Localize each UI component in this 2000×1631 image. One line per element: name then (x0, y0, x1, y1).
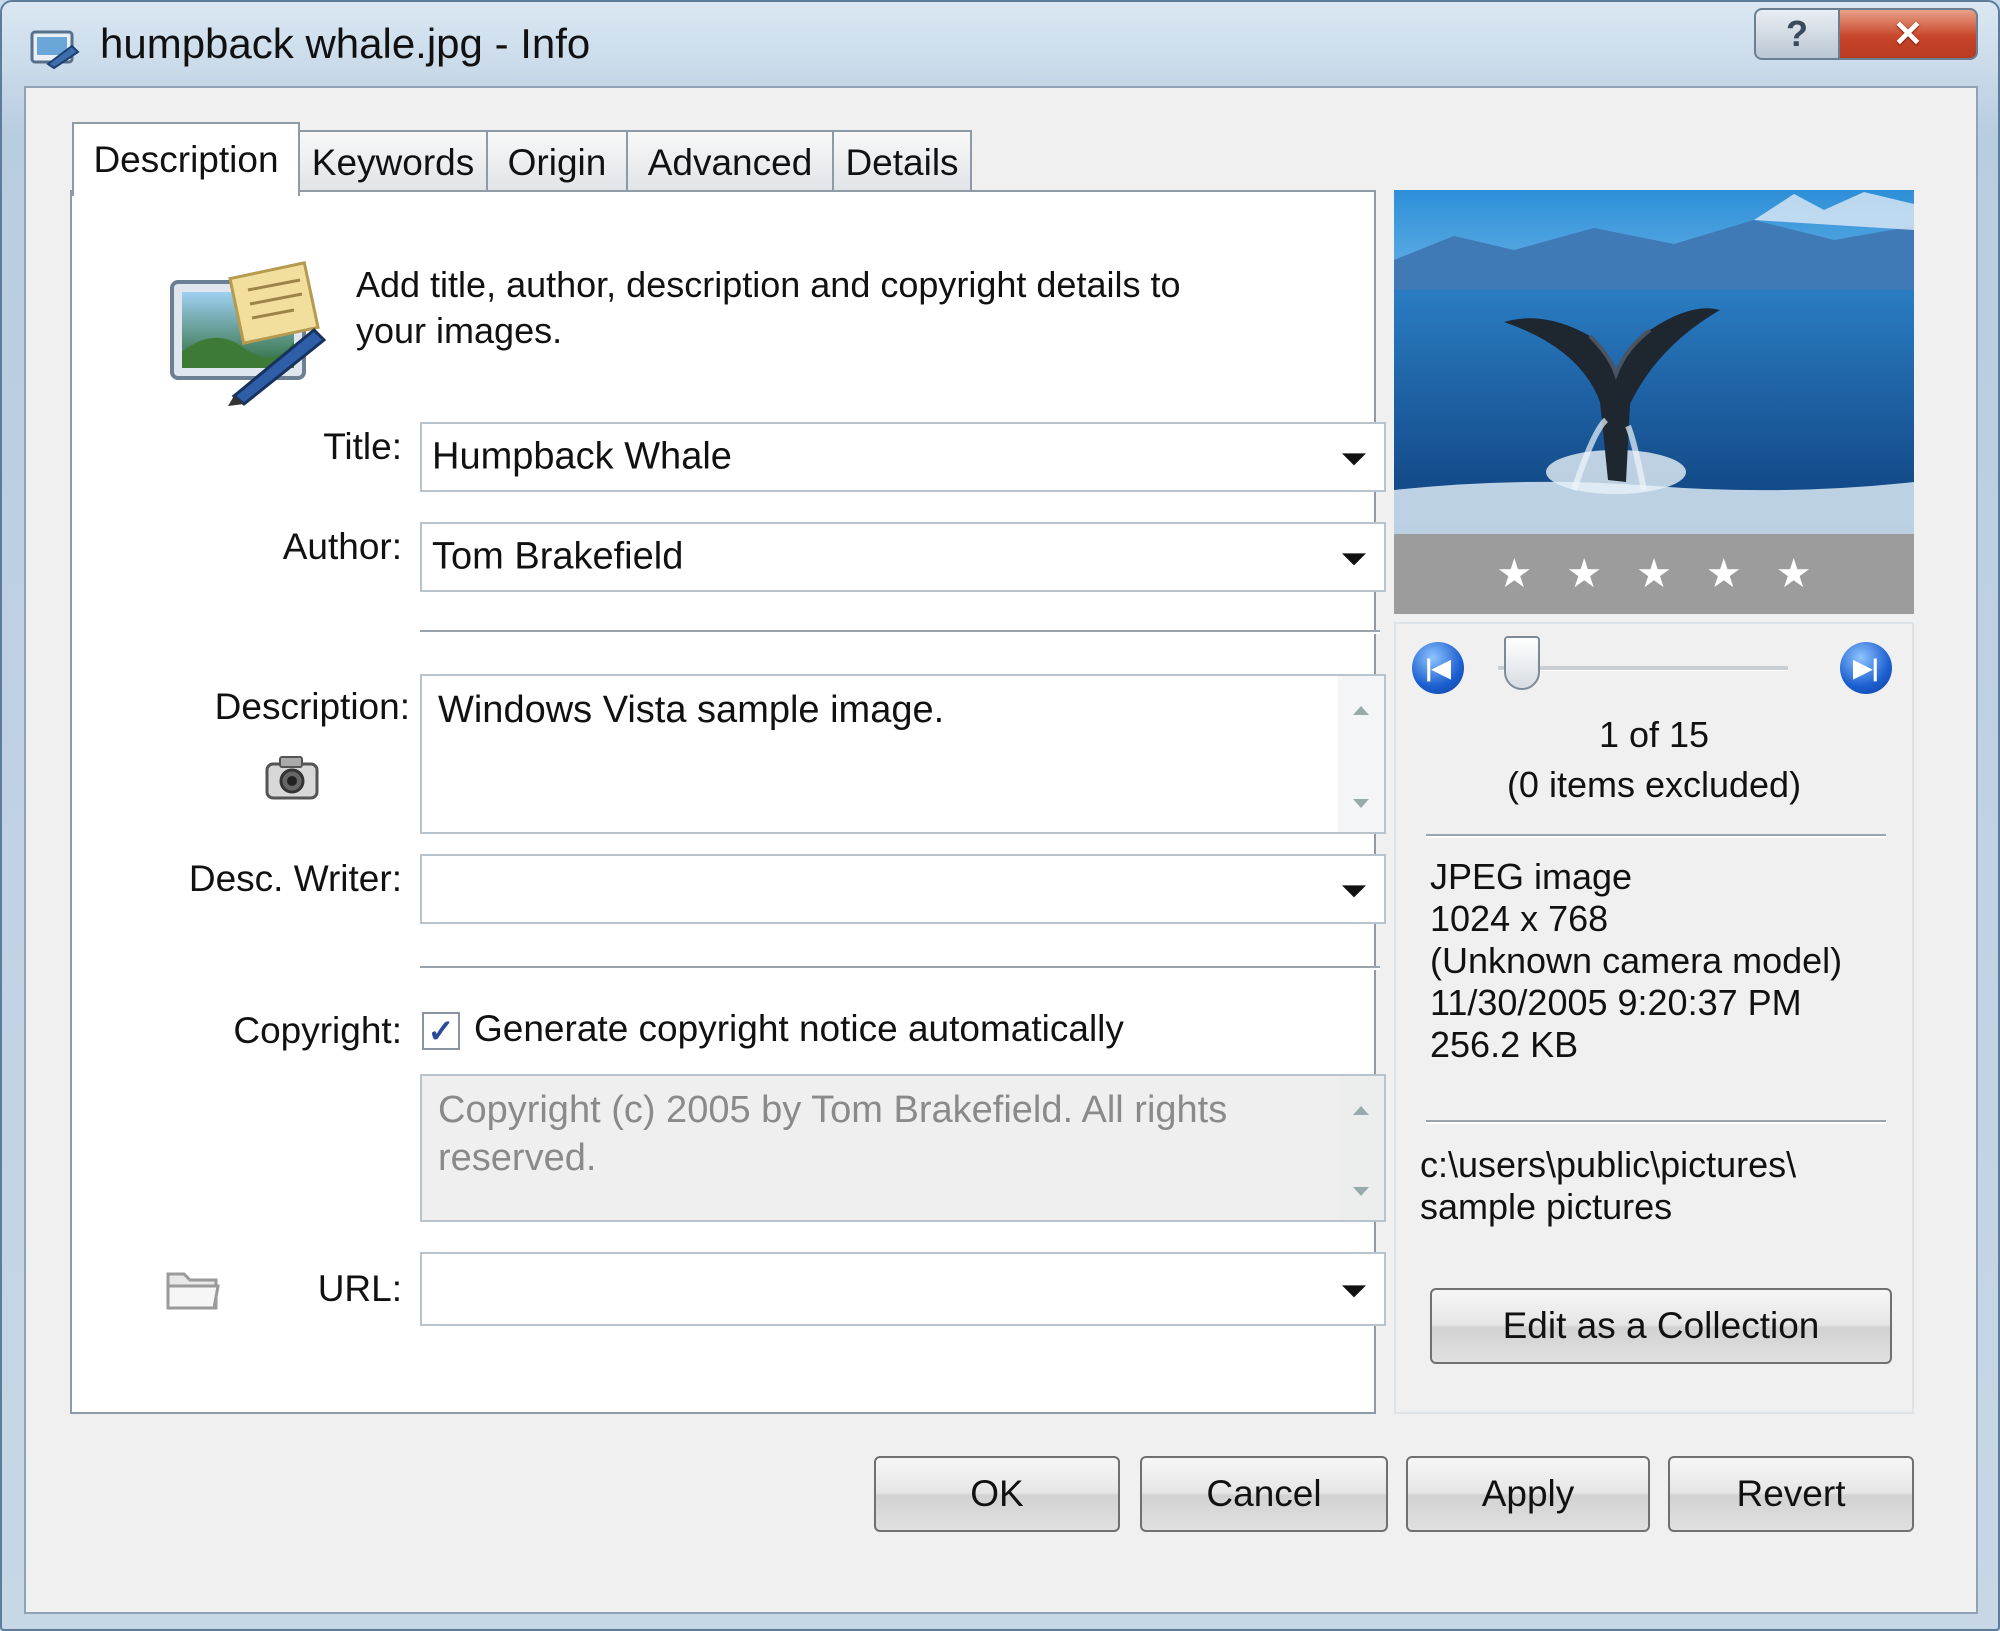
next-icon[interactable]: ▶| (1840, 642, 1892, 694)
tab-description[interactable]: Description (72, 122, 300, 196)
copyright-text: Copyright (c) 2005 by Tom Brakefield. Al… (438, 1089, 1228, 1179)
preview-info-box: |◀ ▶| 1 of 15 (0 items excluded) JPEG im… (1394, 622, 1914, 1414)
tab-details[interactable]: Details (832, 130, 972, 194)
window-title: humpback whale.jpg - Info (100, 20, 591, 67)
tab-advanced[interactable]: Advanced (626, 130, 834, 194)
author-combobox[interactable]: Tom Brakefield (420, 522, 1386, 592)
url-label: URL: (317, 1268, 402, 1309)
previous-icon[interactable]: |◀ (1412, 642, 1464, 694)
edit-as-collection-button[interactable]: Edit as a Collection (1430, 1288, 1892, 1364)
title-value: Humpback Whale (432, 435, 732, 478)
whale-tail-image (1394, 190, 1914, 534)
picture-info-icon (30, 30, 80, 70)
title-combobox[interactable]: Humpback Whale (420, 422, 1386, 492)
copyright-checkbox-label[interactable]: Generate copyright notice automatically (474, 1008, 1124, 1050)
copyright-textarea: Copyright (c) 2005 by Tom Brakefield. Al… (420, 1074, 1386, 1222)
star-icon[interactable]: ★ (1496, 551, 1532, 597)
close-button[interactable]: ✕ (1838, 8, 1978, 60)
folder-path-line-2: sample pictures (1420, 1186, 1673, 1227)
folder-path-line-1: c:\users\public\pictures\ (1420, 1144, 1797, 1185)
description-textarea[interactable]: Windows Vista sample image. (420, 674, 1386, 834)
ok-button[interactable]: OK (874, 1456, 1120, 1532)
camera-model: (Unknown camera model) (1430, 940, 1843, 981)
intro-text: Add title, author, description and copyr… (356, 264, 1181, 351)
title-bar[interactable]: humpback whale.jpg - Info ? ✕ (2, 2, 1998, 90)
separator (1426, 1120, 1886, 1124)
position-text: 1 of 15 (1598, 714, 1710, 755)
rating-stars[interactable]: ★ ★ ★ ★ ★ (1394, 534, 1914, 614)
description-value: Windows Vista sample image. (438, 689, 945, 731)
copyright-checkbox[interactable]: ✓ (422, 1012, 460, 1050)
slider-track[interactable] (1498, 666, 1788, 671)
desc-writer-combobox[interactable] (420, 854, 1386, 924)
dimensions: 1024 x 768 (1430, 898, 1609, 939)
revert-button[interactable]: Revert (1668, 1456, 1914, 1532)
description-label: Description: (214, 686, 410, 727)
image-preview: ★ ★ ★ ★ ★ (1394, 190, 1914, 614)
copyright-label: Copyright: (233, 1010, 402, 1051)
author-label: Author: (282, 526, 402, 567)
info-dialog-window: humpback whale.jpg - Info ? ✕ Descriptio… (0, 0, 2000, 1631)
url-combobox[interactable] (420, 1252, 1386, 1326)
date-taken: 11/30/2005 9:20:37 PM (1430, 982, 1802, 1023)
chevron-down-icon[interactable] (1342, 1285, 1366, 1298)
star-icon[interactable]: ★ (1636, 551, 1672, 597)
file-size: 256.2 KB (1430, 1024, 1579, 1065)
excluded-text: (0 items excluded) (1506, 764, 1802, 805)
chevron-down-icon[interactable] (1342, 553, 1366, 566)
separator (420, 630, 1380, 634)
cancel-button[interactable]: Cancel (1140, 1456, 1388, 1532)
preview-pane: ★ ★ ★ ★ ★ |◀ ▶| 1 of 15 (0 items exclude… (1394, 190, 1914, 1414)
camera-icon (265, 756, 319, 800)
desc-writer-label: Desc. Writer: (188, 858, 402, 899)
star-icon[interactable]: ★ (1776, 551, 1812, 597)
file-type: JPEG image (1430, 856, 1633, 897)
description-panel: Add title, author, description and copyr… (70, 190, 1386, 1414)
copyright-scrollbar[interactable] (1338, 1076, 1384, 1220)
help-button[interactable]: ? (1754, 8, 1840, 60)
slider-thumb[interactable] (1504, 636, 1540, 690)
title-label: Title: (323, 426, 402, 467)
tab-keywords[interactable]: Keywords (298, 130, 488, 194)
author-value: Tom Brakefield (432, 535, 684, 578)
apply-button[interactable]: Apply (1406, 1456, 1650, 1532)
star-icon[interactable]: ★ (1566, 551, 1602, 597)
picture-edit-icon (170, 261, 327, 406)
star-icon[interactable]: ★ (1706, 551, 1742, 597)
description-scrollbar[interactable] (1338, 676, 1384, 832)
chevron-down-icon[interactable] (1342, 453, 1366, 466)
separator (420, 966, 1380, 970)
checkmark-icon: ✓ (427, 1013, 455, 1049)
tab-origin[interactable]: Origin (486, 130, 628, 194)
separator (1426, 834, 1886, 838)
folder-link-icon (166, 1272, 220, 1310)
chevron-down-icon[interactable] (1342, 885, 1366, 898)
